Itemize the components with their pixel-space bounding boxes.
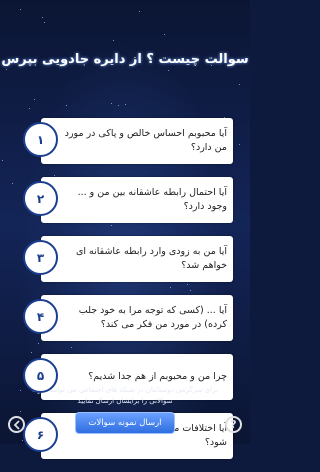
- star: [19, 390, 21, 392]
- star: [238, 144, 240, 146]
- question-card[interactable]: آیا احتمال رابطه عاشقانه بین من و ... وج…: [41, 177, 233, 223]
- star: [42, 16, 44, 18]
- star: [34, 99, 35, 101]
- question-item-3[interactable]: ۳ آیا من به زودی وارد رابطه عاشقانه ای خ…: [23, 236, 233, 284]
- send-sample-questions-button[interactable]: ارسال نمونه سوالات: [75, 412, 175, 434]
- star: [44, 22, 46, 24]
- question-card[interactable]: آیا من به زودی وارد رابطه عاشقانه ای خوا…: [41, 236, 233, 282]
- question-item-2[interactable]: ۲ آیا احتمال رابطه عاشقانه بین من و ... …: [23, 177, 233, 225]
- question-number: ۴: [23, 299, 58, 334]
- question-number: ۵: [23, 358, 58, 393]
- question-number: ۶: [23, 417, 58, 452]
- question-card[interactable]: آیا ... (کسی که توجه مرا به خود جلب کرده…: [41, 295, 233, 341]
- question-text: آیا احتمال رابطه عاشقانه بین من و ... وج…: [77, 187, 227, 212]
- star: [28, 108, 30, 110]
- star: [238, 83, 240, 85]
- question-card[interactable]: آیا محبوبم احساس خالص و پاکی در مورد من …: [41, 118, 233, 164]
- question-number: ۱: [23, 122, 58, 157]
- star: [1, 159, 3, 161]
- star: [164, 34, 166, 35]
- star: [19, 411, 21, 413]
- question-item-1[interactable]: ۱ آیا محبوبم احساس خالص و پاکی در مورد م…: [23, 118, 233, 166]
- star: [138, 10, 140, 12]
- star: [124, 104, 126, 106]
- star: [112, 40, 114, 42]
- question-text: آیا محبوبم احساس خالص و پاکی در مورد من …: [64, 128, 227, 153]
- question-item-4[interactable]: ۴ آیا ... (کسی که توجه مرا به خود جلب کر…: [23, 295, 233, 343]
- question-number: ۳: [23, 240, 58, 275]
- star: [20, 9, 22, 11]
- exit-arrow-icon: [13, 419, 20, 430]
- question-text: چرا من و محبوبم از هم جدا شدیم؟: [88, 371, 227, 382]
- star: [11, 183, 13, 185]
- footer-note: برای سرگرمی دوستانتان در شبکه های اجتماع…: [32, 386, 218, 405]
- page-title: سوالت چیست ؟ از دایره جادویی بپرس: [1, 52, 249, 67]
- star: [117, 104, 119, 106]
- star: [167, 70, 169, 72]
- question-number: ۲: [23, 181, 58, 216]
- question-text: آیا من به زودی وارد رابطه عاشقانه ای خوا…: [75, 246, 227, 271]
- question-text: آیا ... (کسی که توجه مرا به خود جلب کرده…: [78, 305, 227, 330]
- star: [66, 105, 67, 107]
- star: [111, 103, 113, 105]
- star: [6, 68, 8, 70]
- help-icon[interactable]: ?: [225, 416, 242, 433]
